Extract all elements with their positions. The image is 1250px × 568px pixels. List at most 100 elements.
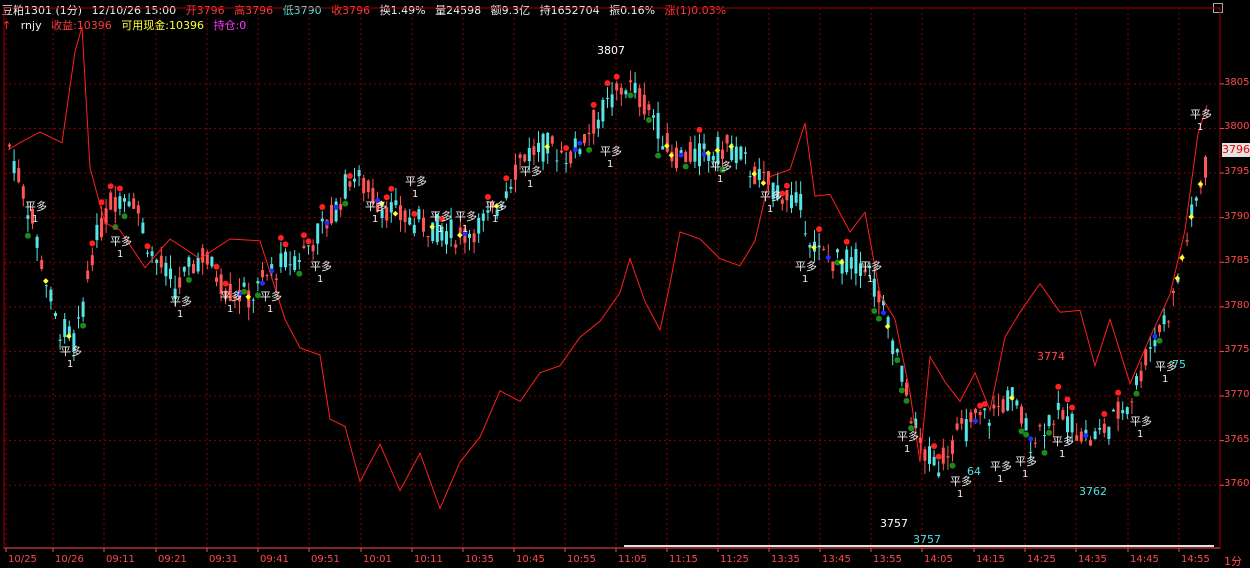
signal-dot-green (185, 276, 192, 283)
candle-body (279, 253, 283, 267)
signal-dot-green (627, 92, 634, 99)
candle-body (1185, 240, 1189, 242)
signal-dot-red (388, 185, 395, 192)
signal-qty: 1 (767, 204, 773, 215)
time-tick-label: 09:11 (106, 554, 135, 565)
candle-body (293, 256, 297, 271)
candle-body (146, 252, 149, 254)
candle-body (182, 266, 186, 272)
signal-dot-red (222, 280, 229, 287)
candle-body (389, 202, 393, 213)
period-label[interactable]: 1分 (1224, 553, 1242, 568)
candle-body (178, 277, 182, 288)
candle-body (77, 317, 80, 319)
candle-body (242, 282, 246, 287)
candle-body (583, 134, 586, 144)
signal-dot-red (816, 226, 823, 233)
candle-body (633, 82, 637, 93)
candle-body (468, 233, 471, 238)
candle-body (454, 244, 458, 248)
candle-body (1171, 290, 1175, 294)
candle-body (339, 204, 343, 210)
signal-diamond-yellow (42, 278, 49, 284)
candle-body (647, 104, 651, 111)
candle-body (1061, 409, 1065, 420)
signal-qty: 1 (462, 224, 468, 235)
candle-body (123, 198, 126, 202)
signal-label: 平多 (365, 199, 387, 213)
time-tick-label: 09:31 (209, 554, 238, 565)
candle-body (831, 261, 835, 272)
candle-body (320, 218, 324, 222)
candle-body (1015, 400, 1019, 406)
candle-body (8, 144, 11, 147)
candle-body (785, 190, 789, 201)
signal-dot-red (411, 210, 418, 217)
signal-dot-green (1133, 390, 1140, 397)
candle-body (366, 180, 370, 193)
signal-dot-green (1041, 449, 1048, 456)
candle-body (54, 313, 57, 317)
candle-body (928, 446, 931, 464)
time-tick-label: 13:35 (771, 554, 800, 565)
candle-body (983, 408, 987, 411)
signal-dot-green (898, 387, 905, 394)
candle-body (1043, 435, 1046, 437)
candle-body (100, 218, 103, 238)
signal-dot-green (949, 462, 956, 469)
time-tick-label: 13:45 (822, 554, 851, 565)
signal-label: 平多 (430, 209, 452, 223)
kline-chart[interactable]: 平多1平多1平多1平多1平多1平多1平多1平多1平多1平多1平多1平多1平多1平… (0, 0, 1250, 568)
candle-body (923, 449, 927, 461)
candle-body (192, 263, 195, 274)
signal-qty: 1 (717, 174, 723, 185)
signal-qty: 1 (67, 359, 73, 370)
candle-body (362, 178, 366, 194)
candle-body (481, 213, 485, 221)
candle-body (698, 143, 701, 167)
candle-body (1204, 156, 1207, 178)
candle-body (118, 196, 122, 209)
low-annotation: 3757 (880, 517, 908, 530)
candle-body (265, 275, 269, 277)
signal-qty: 1 (1162, 374, 1168, 385)
candle-body (40, 259, 44, 269)
candle-body (523, 154, 527, 162)
candle-body (150, 251, 154, 256)
candle-body (509, 186, 513, 189)
candle-body (1194, 197, 1198, 201)
mark-3762: 3762 (1079, 485, 1107, 498)
candle-body (652, 115, 655, 118)
signal-dot-green (655, 152, 662, 159)
signal-dot-red (563, 145, 570, 152)
candle-body (721, 149, 724, 159)
candle-body (624, 90, 628, 95)
signal-label: 平多 (990, 459, 1012, 473)
candle-body (527, 147, 531, 162)
candle-body (399, 205, 402, 221)
candle-body (357, 170, 361, 177)
price-tick-label: 3760 (1224, 478, 1250, 490)
candle-body (987, 422, 991, 426)
mark-3764: 64 (967, 465, 981, 478)
candle-body (1135, 376, 1138, 386)
time-tick-label: 10:35 (465, 554, 494, 565)
signal-dot-red (277, 234, 284, 241)
signal-label: 平多 (760, 189, 782, 203)
signal-dot-green (586, 146, 593, 153)
candle-body (937, 472, 941, 477)
price-tick-label: 3785 (1224, 255, 1250, 267)
candle-body (849, 257, 853, 269)
candle-body (159, 255, 163, 268)
candle-body (817, 245, 821, 248)
signal-dot-green (24, 232, 31, 239)
signal-qty: 1 (117, 249, 123, 260)
candle-body (1158, 324, 1161, 333)
signal-dot-red (89, 240, 96, 247)
candle-body (136, 205, 140, 214)
candle-body (1029, 452, 1033, 454)
candle-body (472, 233, 476, 243)
signal-label: 平多 (520, 164, 542, 178)
candle-body (891, 340, 895, 355)
candle-body (578, 149, 582, 154)
